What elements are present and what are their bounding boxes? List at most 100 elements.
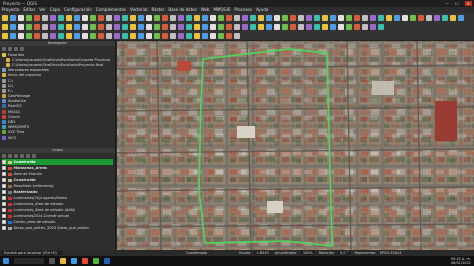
map-canvas[interactable] <box>117 41 474 250</box>
pan-icon[interactable] <box>26 24 32 30</box>
new-project-icon[interactable] <box>2 24 8 30</box>
save-project-icon[interactable] <box>274 15 280 21</box>
refresh-icon[interactable] <box>2 46 6 51</box>
new-project-icon[interactable] <box>194 24 200 30</box>
zoom-out-icon[interactable] <box>170 15 176 21</box>
pan-icon[interactable] <box>154 24 160 30</box>
save-project-icon[interactable] <box>338 24 344 30</box>
render-checkbox-label[interactable]: Representar <box>354 251 375 255</box>
select-icon[interactable] <box>178 24 184 30</box>
layer-visibility-checkbox[interactable] <box>2 202 6 206</box>
layer-visibility-checkbox[interactable] <box>2 220 6 224</box>
identify-icon[interactable] <box>122 24 128 30</box>
layer-visibility-checkbox[interactable] <box>2 226 6 230</box>
qgis-app-icon[interactable] <box>93 258 99 264</box>
rotation-field[interactable]: 0,0 ° <box>338 251 351 255</box>
open-project-icon[interactable] <box>74 33 80 39</box>
zoom-in-icon[interactable] <box>162 33 168 39</box>
identify-icon[interactable] <box>58 33 64 39</box>
pan-icon[interactable] <box>90 33 96 39</box>
new-project-icon[interactable] <box>66 15 72 21</box>
zoom-in-icon[interactable] <box>98 24 104 30</box>
select-icon[interactable] <box>370 24 376 30</box>
identify-icon[interactable] <box>186 33 192 39</box>
layer-visibility-checkbox[interactable] <box>2 196 6 200</box>
pan-icon[interactable] <box>154 15 160 21</box>
open-project-icon[interactable] <box>202 24 208 30</box>
pan-icon[interactable] <box>282 24 288 30</box>
zoom-out-icon[interactable] <box>170 33 176 39</box>
expand-all-icon[interactable] <box>20 153 24 158</box>
identify-icon[interactable] <box>186 24 192 30</box>
select-icon[interactable] <box>242 15 248 21</box>
pan-icon[interactable] <box>154 33 160 39</box>
zoom-in-icon[interactable] <box>354 24 360 30</box>
collapse-all-icon[interactable] <box>26 153 30 158</box>
file-explorer-icon[interactable] <box>60 258 66 264</box>
layer-visibility-checkbox[interactable] <box>2 184 6 188</box>
filter-icon[interactable] <box>8 46 12 51</box>
open-project-icon[interactable] <box>10 24 16 30</box>
pan-icon[interactable] <box>282 15 288 21</box>
open-project-icon[interactable] <box>330 15 336 21</box>
open-project-icon[interactable] <box>266 24 272 30</box>
layer-visibility-checkbox[interactable] <box>2 178 6 182</box>
zoom-in-icon[interactable] <box>290 24 296 30</box>
save-project-icon[interactable] <box>210 33 216 39</box>
new-project-icon[interactable] <box>450 15 456 21</box>
new-project-icon[interactable] <box>386 15 392 21</box>
scale-field[interactable]: 1:8549 <box>254 251 271 255</box>
pan-icon[interactable] <box>410 15 416 21</box>
select-icon[interactable] <box>178 15 184 21</box>
layer-visibility-checkbox[interactable] <box>2 166 6 170</box>
zoom-in-icon[interactable] <box>98 33 104 39</box>
identify-icon[interactable] <box>250 24 256 30</box>
save-project-icon[interactable] <box>82 15 88 21</box>
open-project-icon[interactable] <box>202 15 208 21</box>
info-icon[interactable] <box>20 46 24 51</box>
crs-button[interactable]: EPSG:32614 <box>380 251 402 255</box>
zoom-out-icon[interactable] <box>42 15 48 21</box>
new-project-icon[interactable] <box>194 33 200 39</box>
zoom-out-icon[interactable] <box>42 24 48 30</box>
open-project-icon[interactable] <box>330 24 336 30</box>
open-project-icon[interactable] <box>10 33 16 39</box>
browser-icon[interactable] <box>71 258 77 264</box>
filter-legend-icon[interactable] <box>14 153 18 158</box>
zoom-out-icon[interactable] <box>42 33 48 39</box>
maximize-button[interactable]: ☐ <box>455 1 459 6</box>
layer-item[interactable]: Áreas_que_exiten_2003 Áreas_que_exiten <box>2 225 113 231</box>
save-project-icon[interactable] <box>402 15 408 21</box>
identify-icon[interactable] <box>378 24 384 30</box>
identify-icon[interactable] <box>58 24 64 30</box>
select-icon[interactable] <box>434 15 440 21</box>
new-project-icon[interactable] <box>2 33 8 39</box>
select-icon[interactable] <box>306 24 312 30</box>
zoom-out-icon[interactable] <box>362 15 368 21</box>
new-project-icon[interactable] <box>322 15 328 21</box>
zoom-in-icon[interactable] <box>162 24 168 30</box>
layer-visibility-checkbox[interactable] <box>2 160 6 164</box>
open-project-icon[interactable] <box>266 15 272 21</box>
chrome-icon[interactable] <box>82 258 88 264</box>
pan-icon[interactable] <box>26 33 32 39</box>
select-icon[interactable] <box>178 33 184 39</box>
open-project-icon[interactable] <box>458 15 464 21</box>
task-view-icon[interactable] <box>49 258 55 264</box>
zoom-out-icon[interactable] <box>298 24 304 30</box>
zoom-out-icon[interactable] <box>234 15 240 21</box>
pan-icon[interactable] <box>26 15 32 21</box>
open-project-icon[interactable] <box>74 15 80 21</box>
open-project-icon[interactable] <box>138 15 144 21</box>
identify-icon[interactable] <box>250 15 256 21</box>
zoom-in-icon[interactable] <box>34 24 40 30</box>
save-project-icon[interactable] <box>18 15 24 21</box>
identify-icon[interactable] <box>58 15 64 21</box>
zoom-out-icon[interactable] <box>234 33 240 39</box>
collapse-all-icon[interactable] <box>14 46 18 51</box>
select-icon[interactable] <box>50 15 56 21</box>
zoom-in-icon[interactable] <box>226 33 232 39</box>
open-project-icon[interactable] <box>138 24 144 30</box>
zoom-in-icon[interactable] <box>226 24 232 30</box>
save-project-icon[interactable] <box>210 24 216 30</box>
